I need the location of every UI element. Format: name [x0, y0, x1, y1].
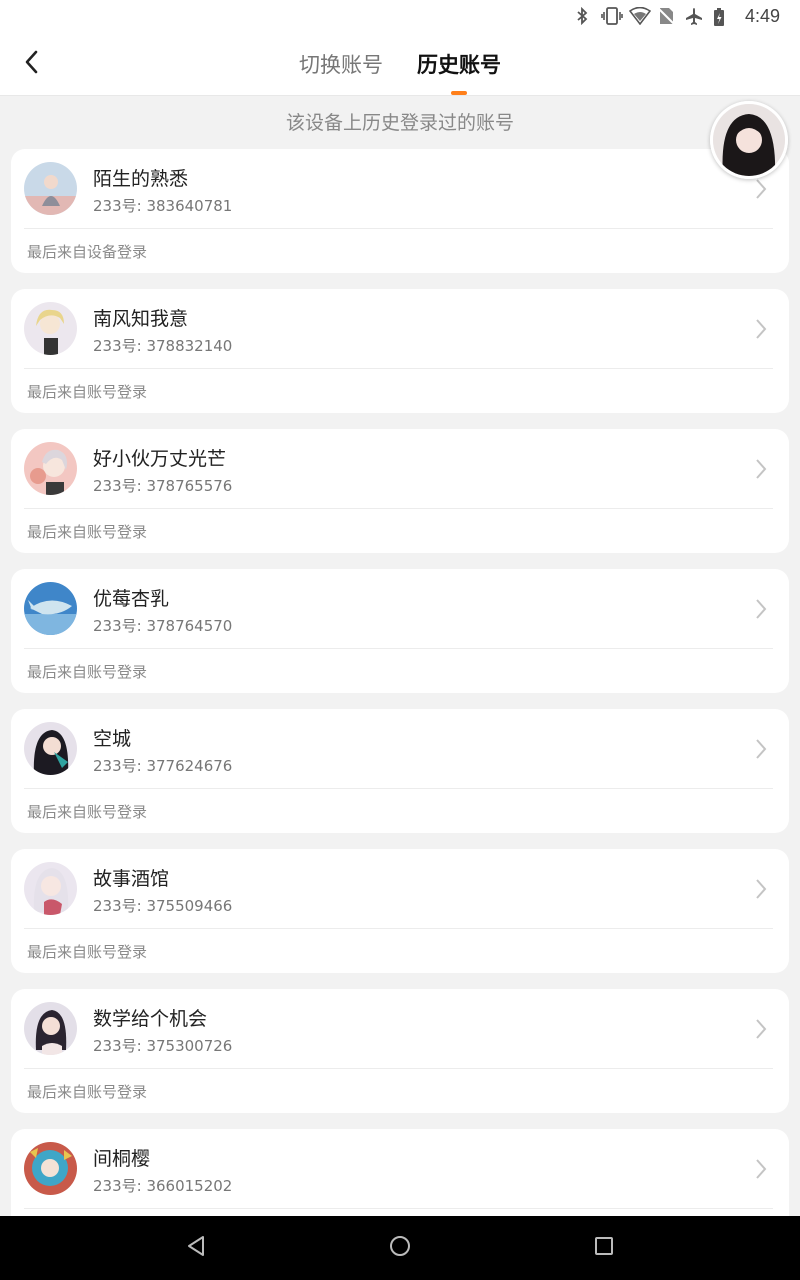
- chevron-right-icon: [751, 877, 771, 901]
- login-source: 最后来自设备登录: [27, 243, 148, 261]
- login-source: 最后来自账号登录: [27, 383, 148, 401]
- chevron-left-icon: [24, 50, 40, 78]
- battery-icon: [713, 7, 731, 26]
- account-card[interactable]: 空城 233号: 377624676 最后来自账号登录: [11, 709, 789, 833]
- wifi-icon: [628, 6, 652, 26]
- no-sim-icon: [657, 7, 675, 25]
- nav-back-button[interactable]: [182, 1234, 210, 1262]
- nav-home-button[interactable]: [386, 1234, 414, 1262]
- divider: [24, 508, 773, 509]
- status-bar: 4:49: [0, 0, 800, 32]
- tab-history-account[interactable]: 历史账号: [417, 45, 501, 83]
- login-source: 最后来自账号登录: [27, 663, 148, 681]
- divider: [24, 648, 773, 649]
- chevron-right-icon: [751, 1157, 771, 1181]
- login-source: 最后来自账号登录: [27, 803, 148, 821]
- account-name: 好小伙万丈光芒: [93, 448, 227, 470]
- account-id: 233号: 366015202: [93, 1177, 233, 1195]
- avatar: [24, 162, 77, 215]
- divider: [24, 1208, 773, 1209]
- floating-avatar-button[interactable]: [710, 101, 788, 179]
- account-id: 233号: 377624676: [93, 757, 233, 775]
- system-nav-bar: [0, 1216, 800, 1280]
- account-id: 233号: 378764570: [93, 617, 233, 635]
- header: 切换账号 历史账号: [0, 32, 800, 96]
- back-button[interactable]: [14, 46, 50, 82]
- divider: [24, 928, 773, 929]
- account-id: 233号: 383640781: [93, 197, 233, 215]
- avatar: [24, 1002, 77, 1055]
- chevron-right-icon: [751, 177, 771, 201]
- account-name: 陌生的熟悉: [93, 168, 189, 190]
- airplane-icon: [685, 7, 703, 25]
- divider: [24, 1068, 773, 1069]
- login-source: 最后来自账号登录: [27, 943, 148, 961]
- account-card[interactable]: 南风知我意 233号: 378832140 最后来自账号登录: [11, 289, 789, 413]
- account-name: 故事酒馆: [93, 868, 170, 890]
- account-id: 233号: 378832140: [93, 337, 233, 355]
- divider: [24, 788, 773, 789]
- account-name: 优莓杏乳: [93, 588, 170, 610]
- nav-recents-button[interactable]: [590, 1234, 618, 1262]
- chevron-right-icon: [751, 597, 771, 621]
- avatar: [24, 442, 77, 495]
- login-source: 最后来自账号登录: [27, 1083, 148, 1101]
- account-name: 南风知我意: [93, 308, 189, 330]
- chevron-right-icon: [751, 317, 771, 341]
- chevron-right-icon: [751, 457, 771, 481]
- chevron-right-icon: [751, 1017, 771, 1041]
- account-name: 间桐樱: [93, 1148, 151, 1170]
- account-name: 数学给个机会: [93, 1008, 208, 1030]
- tab-bar: 切换账号 历史账号: [0, 32, 800, 96]
- account-id: 233号: 375509466: [93, 897, 233, 915]
- avatar: [24, 582, 77, 635]
- page-subtitle: 该设备上历史登录过的账号: [285, 112, 514, 134]
- avatar: [24, 722, 77, 775]
- account-id: 233号: 378765576: [93, 477, 233, 495]
- account-card[interactable]: 优莓杏乳 233号: 378764570 最后来自账号登录: [11, 569, 789, 693]
- account-list: 陌生的熟悉 233号: 383640781 最后来自设备登录 南风知我意 233…: [11, 149, 789, 1253]
- bluetooth-icon: [573, 6, 591, 26]
- account-id: 233号: 375300726: [93, 1037, 233, 1055]
- account-card[interactable]: 陌生的熟悉 233号: 383640781 最后来自设备登录: [11, 149, 789, 273]
- account-card[interactable]: 好小伙万丈光芒 233号: 378765576 最后来自账号登录: [11, 429, 789, 553]
- back-triangle-icon: [186, 1235, 206, 1261]
- avatar: [24, 862, 77, 915]
- avatar: [24, 302, 77, 355]
- account-card[interactable]: 故事酒馆 233号: 375509466 最后来自账号登录: [11, 849, 789, 973]
- clock: 4:49: [744, 5, 780, 26]
- tab-switch-account[interactable]: 切换账号: [299, 45, 383, 83]
- login-source: 最后来自账号登录: [27, 523, 148, 541]
- divider: [24, 368, 773, 369]
- chevron-right-icon: [751, 737, 771, 761]
- account-name: 空城: [93, 728, 132, 750]
- recents-square-icon: [594, 1236, 614, 1260]
- home-circle-icon: [389, 1235, 411, 1261]
- divider: [24, 228, 773, 229]
- account-card[interactable]: 数学给个机会 233号: 375300726 最后来自账号登录: [11, 989, 789, 1113]
- avatar: [24, 1142, 77, 1195]
- vibrate-icon: [601, 7, 623, 25]
